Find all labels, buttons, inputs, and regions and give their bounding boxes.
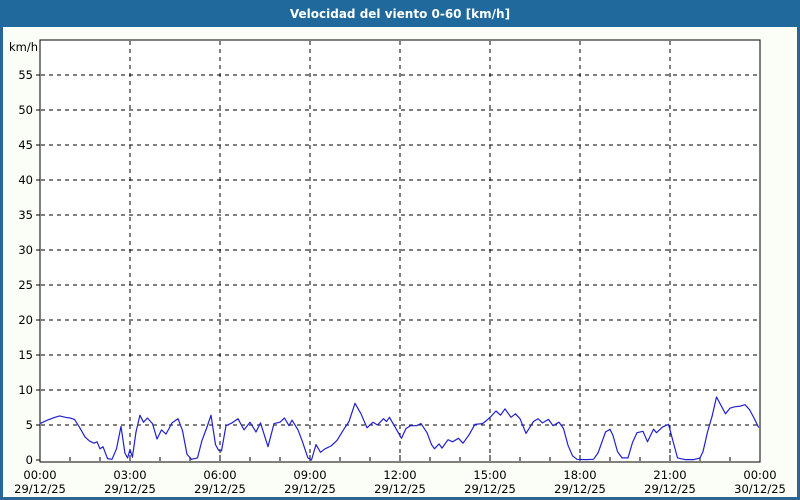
x-axis-time-label: 06:00 — [203, 468, 236, 482]
y-axis-tick-label: 0 — [26, 453, 33, 467]
y-axis-tick-label: 45 — [18, 138, 33, 152]
wind-chart-page: 0 5 10 15 20 25 30 35 40 45 50 55 km/h 00:00 29/12/25 0… — [0, 0, 800, 500]
x-axis-time-label: 21:00 — [653, 468, 686, 482]
y-axis-tick-label: 40 — [18, 173, 33, 187]
x-axis-time-label: 03:00 — [113, 468, 146, 482]
y-axis-tick-label: 10 — [18, 383, 33, 397]
x-axis-date-label: 29/12/25 — [104, 482, 156, 496]
y-axis-tick-label: 30 — [18, 243, 33, 257]
x-axis-date-label: 29/12/25 — [644, 482, 696, 496]
x-axis-time-label: 15:00 — [473, 468, 506, 482]
x-axis-time-label: 12:00 — [383, 468, 416, 482]
y-axis-tick-label: 15 — [18, 348, 33, 362]
y-axis-unit-label: km/h — [9, 40, 38, 54]
x-axis-date-label: 30/12/25 — [734, 482, 786, 496]
page-title: Velocidad del viento 0-60 [km/h] — [289, 6, 511, 21]
x-axis-time-label: 00:00 — [23, 468, 56, 482]
y-axis-tick-label: 55 — [18, 68, 33, 82]
x-axis-date-label: 29/12/25 — [14, 482, 66, 496]
header-bar: Velocidad del viento 0-60 [km/h] — [0, 0, 800, 27]
y-axis-tick-label: 25 — [18, 278, 33, 292]
y-axis-tick-label: 35 — [18, 208, 33, 222]
x-axis-date-label: 29/12/25 — [464, 482, 516, 496]
x-axis-time-label: 09:00 — [293, 468, 326, 482]
x-axis-date-label: 29/12/25 — [194, 482, 246, 496]
x-axis-date-label: 29/12/25 — [284, 482, 336, 496]
x-axis-date-label: 29/12/25 — [374, 482, 426, 496]
x-axis-time-label: 18:00 — [563, 468, 596, 482]
x-axis-date-label: 29/12/25 — [554, 482, 606, 496]
wind-speed-chart: 0510152025303540455055km/h00:0029/12/250… — [9, 39, 786, 496]
y-axis-tick-label: 50 — [18, 103, 33, 117]
x-axis-time-label: 00:00 — [743, 468, 776, 482]
y-axis-tick-label: 5 — [26, 418, 33, 432]
y-axis-tick-label: 20 — [18, 313, 33, 327]
